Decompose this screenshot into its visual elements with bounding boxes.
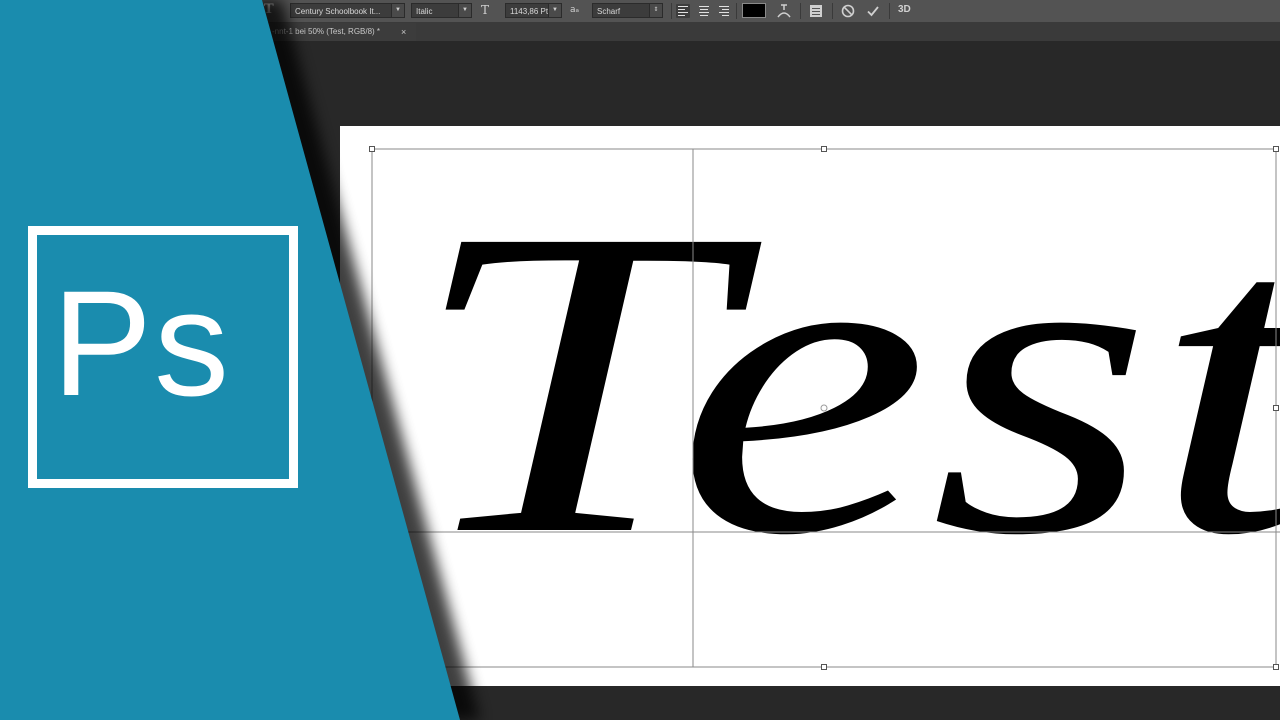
photoshop-logo-text: Ps xyxy=(52,259,232,427)
canvas-text[interactable]: Test xyxy=(408,139,1280,626)
